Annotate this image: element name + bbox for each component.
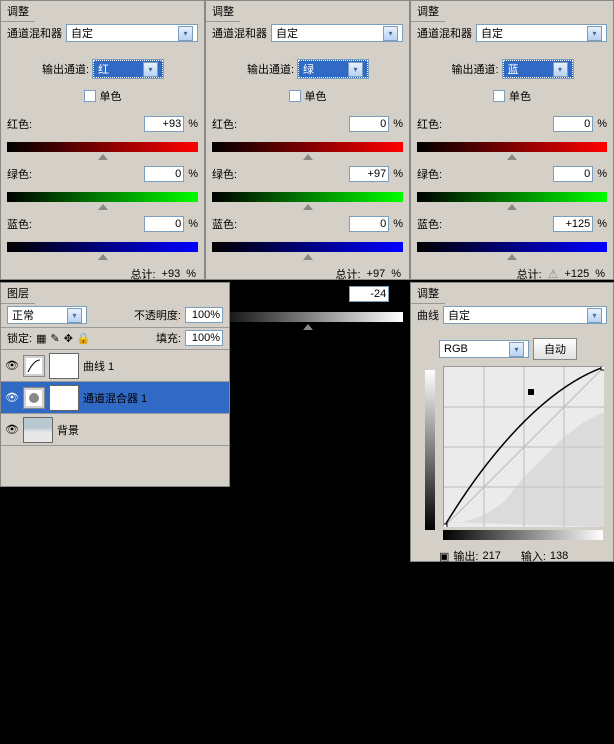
- tab-adjust[interactable]: 调整: [1, 1, 35, 22]
- mono-checkbox[interactable]: [84, 90, 96, 102]
- red-input[interactable]: [349, 116, 389, 132]
- auto-button[interactable]: 自动: [533, 338, 577, 360]
- fill-input[interactable]: [185, 330, 223, 346]
- preset-dropdown[interactable]: 自定▾: [476, 24, 607, 42]
- input-gradient: [443, 530, 603, 540]
- output-channel-label: 输出通道:: [247, 61, 294, 77]
- red-input[interactable]: [144, 116, 184, 132]
- red-slider[interactable]: [212, 142, 403, 152]
- red-slider[interactable]: [417, 142, 607, 152]
- green-slider[interactable]: [417, 192, 607, 202]
- layers-panel: 图层 正常▾ 不透明度: 锁定: ▦ ✎ ✥ 🔒 填充: 👁 曲线 1 👁 通道…: [0, 282, 230, 487]
- lock-transparency-icon[interactable]: ▦: [36, 332, 46, 345]
- total-value: +97: [367, 268, 386, 280]
- layer-thumb[interactable]: [23, 417, 53, 443]
- curves-adj-icon: [23, 355, 45, 377]
- layer-row[interactable]: 👁 通道混合器 1: [1, 382, 229, 414]
- visibility-icon[interactable]: 👁: [5, 359, 19, 372]
- output-label: 输出:: [453, 548, 478, 564]
- const-slider[interactable]: [212, 312, 403, 322]
- lock-paint-icon[interactable]: ✎: [50, 332, 59, 345]
- mono-label: 单色: [509, 88, 531, 104]
- layer-name[interactable]: 曲线 1: [83, 358, 114, 374]
- red-input[interactable]: [553, 116, 593, 132]
- lock-label: 锁定:: [7, 330, 32, 346]
- layer-row[interactable]: 👁 背景: [1, 414, 229, 446]
- mixer-panel-2: 调整 通道混和器 自定▾ 输出通道: 绿▾ 单色 红色:% 绿色:% 蓝色:% …: [205, 0, 410, 280]
- lock-move-icon[interactable]: ✥: [64, 332, 73, 345]
- input-label: 输入:: [521, 548, 546, 564]
- total-value: +125: [564, 268, 589, 280]
- channel-mixer-adj-icon: [23, 387, 45, 409]
- output-value: 217: [482, 550, 500, 562]
- total-label: 总计:: [130, 266, 155, 282]
- blend-mode-dropdown[interactable]: 正常▾: [7, 306, 87, 324]
- output-gradient: [425, 370, 435, 530]
- mixer-panel-1: 调整 通道混和器 自定▾ 输出通道: 红▾ 单色 红色:% 绿色:% 蓝色:% …: [0, 0, 205, 280]
- mixer-title: 通道混和器: [417, 25, 472, 41]
- green-input[interactable]: [349, 166, 389, 182]
- layer-name[interactable]: 背景: [57, 422, 79, 438]
- red-slider[interactable]: [7, 142, 198, 152]
- total-value: +93: [162, 268, 181, 280]
- output-channel-label: 输出通道:: [42, 61, 89, 77]
- blue-input[interactable]: [144, 216, 184, 232]
- tab-adjust[interactable]: 调整: [206, 1, 240, 22]
- curves-graph[interactable]: [443, 366, 603, 526]
- layer-mask-thumb[interactable]: [49, 385, 79, 411]
- layer-row[interactable]: 👁 曲线 1: [1, 350, 229, 382]
- tab-adjust[interactable]: 调整: [411, 1, 445, 22]
- input-value: 138: [550, 550, 568, 562]
- curves-title: 曲线: [417, 307, 439, 323]
- output-channel-dropdown[interactable]: 绿▾: [298, 60, 368, 78]
- const-input[interactable]: [349, 286, 389, 302]
- fill-label: 填充:: [156, 330, 181, 346]
- red-label: 红色:: [7, 116, 32, 132]
- output-channel-label: 输出通道:: [451, 61, 498, 77]
- mono-label: 单色: [305, 88, 327, 104]
- lock-all-icon[interactable]: 🔒: [77, 332, 91, 345]
- green-input[interactable]: [553, 166, 593, 182]
- tab-layers[interactable]: 图层: [1, 283, 35, 304]
- mono-checkbox[interactable]: [289, 90, 301, 102]
- mixer-panel-3: 调整 通道混和器 自定▾ 输出通道: 蓝▾ 单色 红色:% 绿色:% 蓝色:% …: [410, 0, 614, 280]
- green-input[interactable]: [144, 166, 184, 182]
- output-channel-dropdown[interactable]: 红▾: [93, 60, 163, 78]
- mono-checkbox[interactable]: [493, 90, 505, 102]
- warning-icon: ⚠: [548, 267, 559, 281]
- blue-input[interactable]: [349, 216, 389, 232]
- mono-label: 单色: [100, 88, 122, 104]
- blue-slider[interactable]: [7, 242, 198, 252]
- layer-name[interactable]: 通道混合器 1: [83, 390, 147, 406]
- opacity-label: 不透明度:: [134, 307, 181, 323]
- visibility-icon[interactable]: 👁: [5, 423, 19, 436]
- blue-slider[interactable]: [212, 242, 403, 252]
- visibility-icon[interactable]: 👁: [5, 391, 19, 404]
- clip-icon[interactable]: ▣: [439, 550, 449, 563]
- tab-adjust[interactable]: 调整: [411, 283, 445, 304]
- curves-channel-dropdown[interactable]: RGB▾: [439, 340, 529, 358]
- mixer-title: 通道混和器: [212, 25, 267, 41]
- blue-label: 蓝色:: [7, 216, 32, 232]
- green-slider[interactable]: [7, 192, 198, 202]
- green-label: 绿色:: [7, 166, 32, 182]
- preset-dropdown[interactable]: 自定▾: [66, 24, 198, 42]
- mixer-title: 通道混和器: [7, 25, 62, 41]
- blue-slider[interactable]: [417, 242, 607, 252]
- curves-panel: 调整 曲线 自定▾ RGB▾ 自动 ↕: [410, 282, 614, 562]
- green-slider[interactable]: [212, 192, 403, 202]
- output-channel-dropdown[interactable]: 蓝▾: [503, 60, 573, 78]
- opacity-input[interactable]: [185, 307, 223, 323]
- blue-input[interactable]: [553, 216, 593, 232]
- preset-dropdown[interactable]: 自定▾: [271, 24, 403, 42]
- curves-preset-dropdown[interactable]: 自定▾: [443, 306, 607, 324]
- layer-mask-thumb[interactable]: [49, 353, 79, 379]
